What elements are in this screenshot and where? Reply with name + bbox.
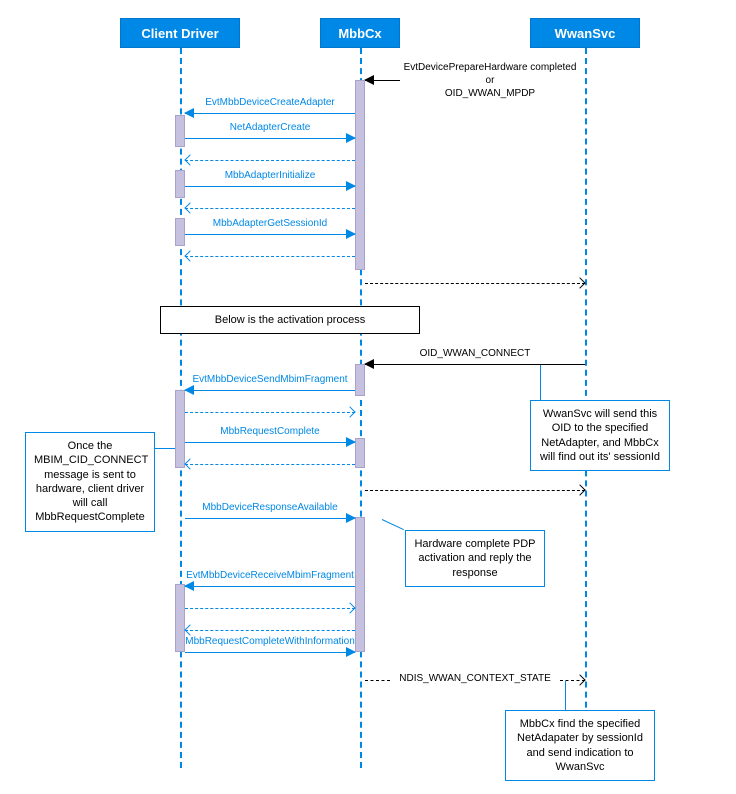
activation-client-1	[175, 115, 185, 147]
top-event-line3: OID_WWAN_MPDP	[395, 87, 585, 100]
label-oid-connect: OID_WWAN_CONNECT	[365, 348, 585, 359]
activation-client-5	[175, 584, 185, 652]
participant-mbbcx: MbbCx	[320, 18, 400, 48]
callout-client-mbim: Once the MBIM_CID_CONNECT message is sen…	[25, 432, 155, 532]
activation-mbbcx-1	[355, 80, 365, 270]
callout-wwansvc-oid: WwanSvc will send this OID to the specif…	[530, 400, 670, 471]
label-request-complete-info: MbbRequestCompleteWithInformation	[185, 636, 355, 647]
participant-wwansvc: WwanSvc	[530, 18, 640, 48]
label-adapter-init: MbbAdapterInitialize	[185, 170, 355, 181]
sequence-diagram: Client Driver MbbCx WwanSvc EvtDevicePre…	[0, 0, 736, 794]
activation-client-2	[175, 170, 185, 198]
callout-line-wwansvc	[540, 365, 541, 400]
top-event-label: EvtDevicePrepareHardware completed or OI…	[395, 61, 585, 100]
callout-final: MbbCx find the specified NetAdapater by …	[505, 710, 655, 781]
activation-client-3	[175, 218, 185, 246]
callout-line-client	[155, 448, 175, 449]
participant-client: Client Driver	[120, 18, 240, 48]
label-receive-fragment: EvtMbbDeviceReceiveMbimFragment	[185, 570, 355, 581]
activation-mbbcx-2	[355, 364, 365, 396]
activation-mbbcx-4	[355, 517, 365, 652]
callout-line-final	[565, 681, 566, 710]
activation-mbbcx-3	[355, 438, 365, 468]
label-create-adapter: EvtMbbDeviceCreateAdapter	[185, 97, 355, 108]
label-request-complete: MbbRequestComplete	[185, 426, 355, 437]
label-ndis-context-state: NDIS_WWAN_CONTEXT_STATE	[365, 673, 585, 684]
note-activation-banner: Below is the activation process	[160, 306, 420, 334]
label-get-session: MbbAdapterGetSessionId	[185, 218, 355, 229]
top-event-line1: EvtDevicePrepareHardware completed	[395, 61, 585, 74]
label-send-fragment: EvtMbbDeviceSendMbimFragment	[185, 374, 355, 385]
callout-hardware: Hardware complete PDP activation and rep…	[405, 530, 545, 587]
top-event-line2: or	[395, 74, 585, 87]
label-response-available: MbbDeviceResponseAvailable	[185, 502, 355, 513]
callout-line-hardware	[382, 519, 404, 530]
activation-client-4	[175, 390, 185, 468]
label-netadapter-create: NetAdapterCreate	[185, 122, 355, 133]
